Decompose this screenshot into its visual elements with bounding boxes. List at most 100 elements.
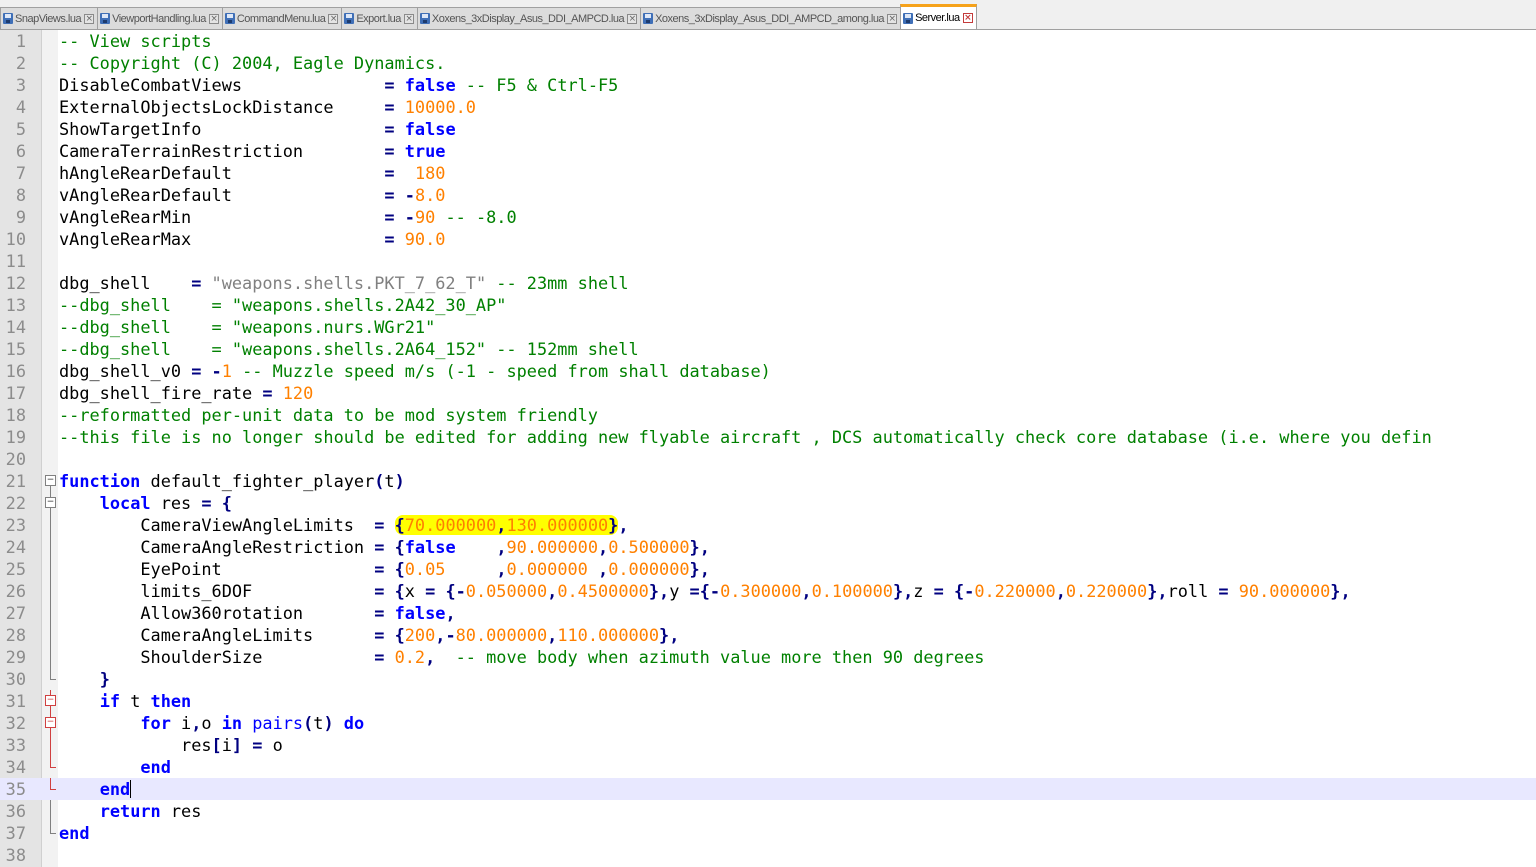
code-line[interactable]: 7 hAngleRearDefault = 180 — [0, 162, 1536, 184]
code-area[interactable]: 1 -- View scripts 2 -- Copyright (C) 2004, … — [0, 30, 1536, 866]
identifier-token — [384, 647, 394, 667]
code-line[interactable]: 16 dbg_shell_v0 = -1 -- Muzzle speed m/s … — [0, 360, 1536, 382]
code-line[interactable]: 19 --this file is no longer should be edi… — [0, 426, 1536, 448]
tab-export-lua[interactable]: Export.lua × — [341, 7, 418, 29]
code-line[interactable]: 12 dbg_shell = "weapons.shells.PKT_7_62_T… — [0, 272, 1536, 294]
line-number: 29 — [5, 647, 26, 667]
tab-server-lua[interactable]: Server.lua × — [900, 4, 977, 29]
code-line[interactable]: 13 --dbg_shell = "weapons.shells.2A42_30_… — [0, 294, 1536, 316]
code-line[interactable]: 22 local res = { — [0, 492, 1536, 514]
identifier-token: vAngleRearMin — [59, 207, 385, 227]
keyword-token: return — [99, 801, 161, 821]
code-text: --this file is no longer should be edite… — [59, 426, 1432, 448]
close-tab-icon[interactable]: × — [208, 13, 219, 24]
operator-token: ] — [231, 735, 243, 755]
code-line[interactable]: 25 EyePoint = {0.05 ,0.000000 ,0.000000}… — [0, 558, 1536, 580]
code-line[interactable]: 36 return res — [0, 800, 1536, 822]
identifier-token: CameraAngleLimits — [59, 625, 375, 645]
operator-token: , — [445, 603, 456, 623]
identifier-token — [395, 97, 405, 117]
code-line[interactable]: 11 — [0, 250, 1536, 272]
operator-token: ( — [303, 713, 314, 733]
operator-token: = — [374, 625, 385, 645]
identifier-token: default_fighter_player — [140, 471, 375, 491]
code-line[interactable]: 23 CameraViewAngleLimits = {70.000000,13… — [0, 514, 1536, 536]
operator-token: , — [1055, 581, 1066, 601]
code-line[interactable]: 21 function default_fighter_player(t) — [0, 470, 1536, 492]
operator-token: { — [394, 581, 405, 601]
tab-viewporthandling-lua[interactable]: ViewportHandling.lua × — [97, 7, 223, 29]
identifier-token — [395, 141, 405, 161]
identifier-token: vAngleRearDefault — [59, 185, 385, 205]
code-line[interactable]: 24 CameraAngleRestriction = {false ,90.0… — [0, 536, 1536, 558]
identifier-token: i — [221, 735, 232, 755]
code-editor[interactable]: 1 -- View scripts 2 -- Copyright (C) 2004, … — [0, 30, 1536, 867]
code-text: if t then — [59, 690, 192, 712]
code-line[interactable]: 20 — [0, 448, 1536, 470]
code-line[interactable]: 15 --dbg_shell = "weapons.shells.2A64_152… — [0, 338, 1536, 360]
code-line[interactable]: 37 end — [0, 822, 1536, 844]
code-line[interactable]: 17 dbg_shell_fire_rate = 120 — [0, 382, 1536, 404]
code-line[interactable]: 2 -- Copyright (C) 2004, Eagle Dynamics. — [0, 52, 1536, 74]
operator-token: - — [211, 361, 222, 381]
code-line[interactable]: 3 DisableCombatViews = false -- F5 & Ctrl… — [0, 74, 1536, 96]
comment-token: --reformatted per-unit data to be mod sy… — [59, 405, 598, 425]
tab-label: Xoxens_3xDisplay_Asus_DDI_AMPCD.lua — [431, 12, 625, 25]
tab-xoxens-3xdisplay-asus-ddi-ampcd-among-lua[interactable]: Xoxens_3xDisplay_Asus_DDI_AMPCD_among.lu… — [640, 7, 902, 29]
operator-token: , — [801, 581, 812, 601]
string-token: "weapons.shells.PKT_7_62_T" — [211, 273, 487, 293]
code-line[interactable]: 1 -- View scripts — [0, 30, 1536, 52]
code-line[interactable]: 8 vAngleRearDefault = -8.0 — [0, 184, 1536, 206]
fold-toggle-icon[interactable] — [44, 712, 58, 734]
code-line[interactable]: 14 --dbg_shell = "weapons.nurs.WGr21" — [0, 316, 1536, 338]
close-tab-icon[interactable]: × — [84, 13, 95, 24]
code-line[interactable]: 5 ShowTargetInfo = false — [0, 118, 1536, 140]
identifier-token — [445, 559, 496, 579]
code-line[interactable]: 33 res[i] = o — [0, 734, 1536, 756]
close-tab-icon[interactable]: × — [887, 13, 898, 24]
code-line[interactable]: 26 limits_6DOF = {x = {-0.050000,0.45000… — [0, 580, 1536, 602]
code-text: end — [59, 756, 171, 778]
close-tab-icon[interactable]: × — [403, 13, 414, 24]
tab-snapviews-lua[interactable]: SnapViews.lua × — [0, 7, 99, 29]
code-line[interactable]: 38 — [0, 844, 1536, 866]
tab-label: Server.lua — [915, 12, 960, 24]
operator-token: = — [191, 361, 202, 381]
code-line[interactable]: 6 CameraTerrainRestriction = true — [0, 140, 1536, 162]
code-line[interactable]: 29 ShoulderSize = 0.2, -- move body when… — [0, 646, 1536, 668]
operator-token: [ — [211, 735, 222, 755]
close-tab-icon[interactable]: × — [962, 13, 973, 23]
code-line[interactable]: 9 vAngleRearMin = -90 -- -8.0 — [0, 206, 1536, 228]
code-line[interactable]: 35 end — [0, 778, 1536, 800]
identifier-token — [384, 559, 394, 579]
code-line[interactable]: 34 end — [0, 756, 1536, 778]
close-tab-icon[interactable]: × — [328, 13, 339, 24]
tab-commandmenu-lua[interactable]: CommandMenu.lua × — [221, 7, 343, 29]
code-line[interactable]: 18 --reformatted per-unit data to be mod … — [0, 404, 1536, 426]
line-number: 38 — [5, 845, 26, 865]
comment-token: --dbg_shell = "weapons.shells.2A42_30_AP… — [59, 295, 507, 315]
fold-toggle-icon[interactable] — [44, 470, 58, 492]
keyword-token: false — [404, 537, 456, 557]
identifier-token — [435, 647, 455, 667]
code-line[interactable]: 31 if t then — [0, 690, 1536, 712]
code-line[interactable]: 4 ExternalObjectsLockDistance = 10000.0 — [0, 96, 1536, 118]
identifier-token: res — [160, 801, 202, 821]
saved-file-icon — [643, 13, 654, 24]
line-number: 31 — [5, 691, 26, 711]
identifier-token — [232, 361, 242, 381]
code-line[interactable]: 32 for i,o in pairs(t) do — [0, 712, 1536, 734]
number-token: 0.220000 — [974, 581, 1056, 601]
fold-toggle-icon[interactable] — [44, 492, 58, 514]
identifier-token — [395, 163, 415, 183]
identifier-token — [456, 537, 497, 557]
close-tab-icon[interactable]: × — [627, 13, 638, 24]
number-token: 200 — [404, 625, 436, 645]
code-line[interactable]: 28 CameraAngleLimits = {200,-80.000000,1… — [0, 624, 1536, 646]
code-line[interactable]: 10 vAngleRearMax = 90.0 — [0, 228, 1536, 250]
fold-toggle-icon[interactable] — [44, 690, 58, 712]
code-line[interactable]: 27 Allow360rotation = false, — [0, 602, 1536, 624]
code-line[interactable]: 30 } — [0, 668, 1536, 690]
tab-label: Export.lua — [356, 12, 401, 25]
tab-xoxens-3xdisplay-asus-ddi-ampcd-lua[interactable]: Xoxens_3xDisplay_Asus_DDI_AMPCD.lua × — [416, 7, 642, 29]
